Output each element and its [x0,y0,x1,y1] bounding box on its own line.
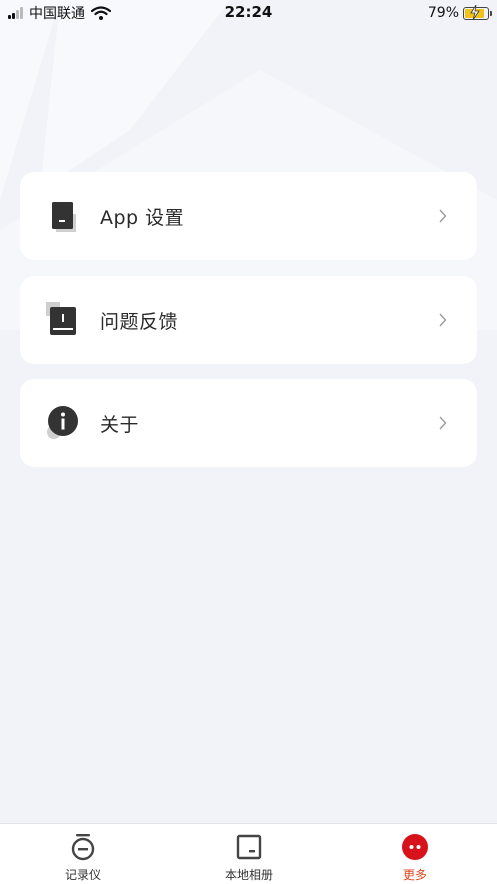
menu-item-about[interactable]: 关于 [20,379,477,467]
status-right: 79% [427,3,492,23]
battery-percent: 79% [427,5,459,21]
battery-icon [463,4,492,20]
menu-item-label: 关于 [100,413,140,436]
tab-label: 本地相册 [224,868,273,882]
tab-more[interactable]: 更多 [332,824,497,884]
tab-label: 更多 [402,868,427,882]
tab-bar: 记录仪 本地相册 更多 [0,823,497,884]
clock: 22:24 [224,3,273,21]
album-icon [236,834,262,860]
tab-album[interactable]: 本地相册 [166,824,332,884]
tab-label: 记录仪 [64,868,101,882]
info-icon [47,406,78,439]
tab-recorder[interactable]: 记录仪 [0,824,166,884]
more-icon [402,834,428,860]
chevron-right-icon [439,209,447,223]
menu-item-app-settings[interactable]: App 设置 [20,172,477,260]
feedback-icon [46,302,76,335]
chevron-right-icon [439,416,447,430]
status-bar: 中国联通 22:24 79% [0,0,497,26]
recorder-icon [71,834,95,861]
menu-item-label: App 设置 [100,206,185,229]
menu-item-feedback[interactable]: 问题反馈 [20,276,477,364]
menu-item-label: 问题反馈 [100,310,179,333]
chevron-right-icon [439,313,447,327]
app-settings-icon [52,202,76,232]
